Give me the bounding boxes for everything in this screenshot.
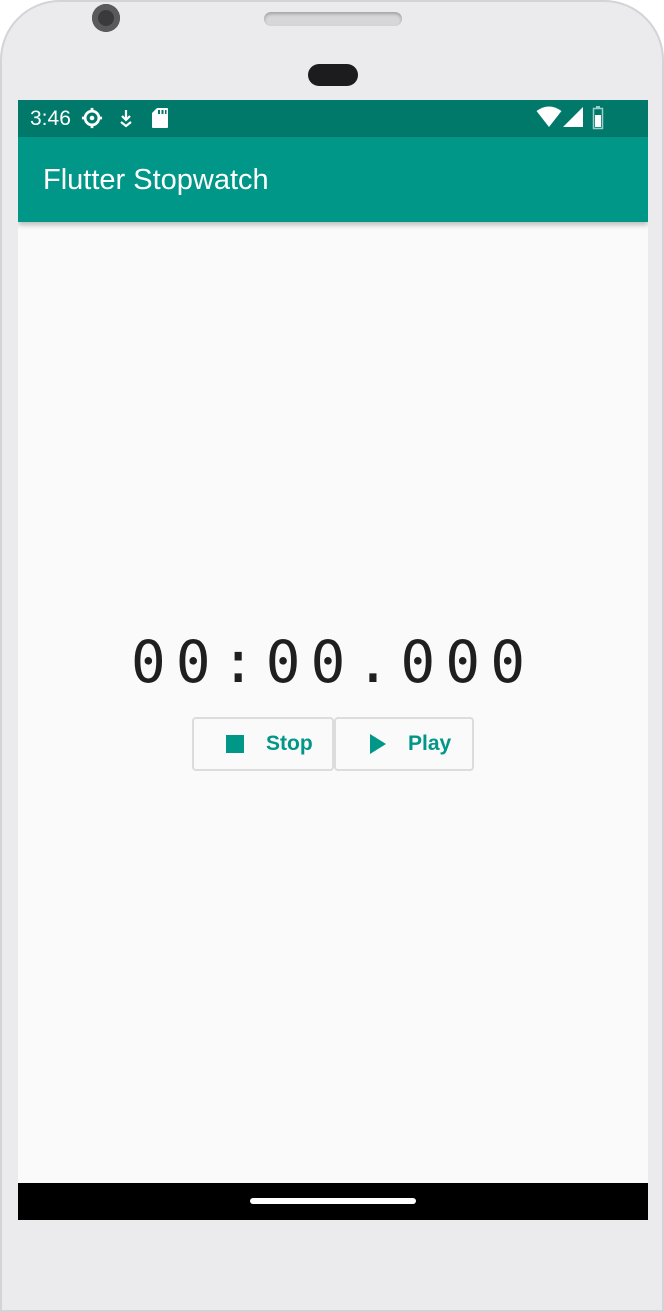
stopwatch-display: 00:00.000 <box>130 628 536 696</box>
download-icon <box>116 107 136 134</box>
app-bar: Flutter Stopwatch <box>18 137 648 222</box>
phone-frame: 3:46 Flutter Stopwatch 00:00.000 Stop Pl… <box>0 0 664 1312</box>
settings-icon <box>81 107 103 134</box>
home-gesture-handle[interactable] <box>250 1198 416 1204</box>
wifi-icon <box>536 106 562 133</box>
navigation-bar <box>18 1183 648 1220</box>
stop-icon <box>224 733 246 755</box>
app-title: Flutter Stopwatch <box>43 164 269 196</box>
stop-button-label: Stop <box>266 732 313 755</box>
stopwatch-body: 00:00.000 Stop Play <box>18 222 648 1183</box>
play-button[interactable]: Play <box>334 717 474 771</box>
battery-icon <box>592 106 604 135</box>
play-button-label: Play <box>408 732 452 755</box>
stop-button[interactable]: Stop <box>192 717 334 771</box>
play-icon <box>366 733 388 755</box>
status-time: 3:46 <box>30 107 71 130</box>
cell-signal-icon <box>562 106 584 133</box>
front-camera <box>92 4 120 32</box>
sd-card-icon <box>151 107 169 134</box>
screen: 3:46 Flutter Stopwatch 00:00.000 Stop Pl… <box>18 100 648 1220</box>
status-bar: 3:46 <box>18 100 648 137</box>
proximity-sensor <box>308 64 358 86</box>
earpiece-speaker <box>264 12 402 26</box>
